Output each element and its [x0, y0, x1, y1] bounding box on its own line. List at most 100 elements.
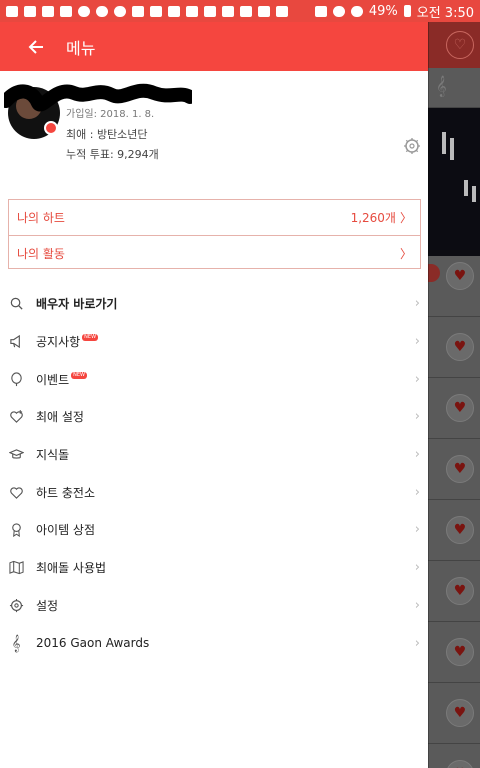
battery-percent: 49%: [368, 3, 398, 19]
download-icon: [222, 5, 234, 17]
my-activity-right: 〉: [400, 245, 412, 262]
clef-icon: 𝄞: [11, 634, 21, 653]
notification-icon: [60, 5, 72, 17]
my-hearts-label: 나의 하트: [17, 211, 65, 225]
chevron-right-icon: ›: [414, 635, 420, 651]
background-row: ♥: [428, 622, 480, 683]
heart-icon: ♡: [446, 31, 474, 59]
background-tabbar: 𝄞: [428, 68, 480, 108]
join-date: 가입일: 2018. 1. 8.: [66, 109, 155, 120]
megaphone-icon: [8, 334, 24, 350]
chevron-right-icon: ›: [414, 522, 420, 538]
menu-item-knowledge[interactable]: 지식돌 ›: [0, 436, 428, 474]
chevron-right-icon: ›: [414, 371, 420, 387]
heart-icon: ♥: [446, 262, 474, 290]
chevron-right-icon: ›: [414, 447, 420, 463]
back-button[interactable]: [16, 22, 56, 71]
person-search-icon: [8, 296, 24, 312]
wifi-icon: [332, 5, 345, 17]
image-icon: [150, 5, 162, 17]
menu-item-label: 설정: [36, 598, 59, 613]
background-row: ♥: [428, 744, 480, 768]
menu-item-notice[interactable]: 공지사항 NEW ›: [0, 323, 428, 361]
menu-item-label: 최애돌 사용법: [36, 561, 107, 576]
heart-icon: ♥: [446, 638, 474, 666]
profile-section: 가입일: 2018. 1. 8. 최애 : 방탄소년단 누적 투표: 9,294…: [0, 71, 428, 191]
chevron-right-icon: 〉: [399, 246, 412, 261]
summary-boxes: 나의 하트 1,260개 〉 나의 활동 〉: [8, 199, 421, 269]
menu-item-label: 아이템 상점: [36, 523, 96, 538]
background-row: ♥: [428, 561, 480, 622]
play-icon: [24, 5, 36, 17]
background-row: ♥: [428, 683, 480, 744]
background-row: ♥: [428, 500, 480, 561]
balloon-icon: [8, 371, 24, 387]
avatar-status-dot: [44, 121, 58, 135]
background-app: ♡ 𝄞 ♥ ♥ ♥ ♥ ♥ ♥ ♥ ♥ ♥: [428, 22, 480, 768]
chevron-right-icon: ›: [414, 560, 420, 576]
menu-item-label: 하트 충전소: [36, 485, 96, 500]
status-bar: 49% 오전 3:50: [0, 0, 480, 22]
my-hearts-row[interactable]: 나의 하트 1,260개 〉: [9, 200, 420, 235]
notification-icon: [168, 5, 180, 17]
notification-icons: [6, 5, 288, 17]
menu-item-how-to-use[interactable]: 최애돌 사용법 ›: [0, 549, 428, 587]
background-row: ♥: [428, 317, 480, 378]
heart-icon: ♥: [446, 394, 474, 422]
background-row: ♥: [428, 439, 480, 500]
battery-icon: [403, 5, 411, 17]
drawer-header: 메뉴: [0, 22, 428, 71]
my-hearts-value: 1,260개: [350, 211, 396, 225]
clef-icon: 𝄞: [436, 76, 447, 97]
back-arrow-icon: [28, 39, 43, 54]
clock: 오전 3:50: [416, 5, 474, 21]
background-concert-image: [428, 108, 480, 256]
youtube-icon: [96, 5, 108, 17]
my-hearts-right: 1,260개 〉: [351, 209, 412, 226]
menu-item-gaon-awards[interactable]: 𝄞 2016 Gaon Awards ›: [0, 624, 428, 662]
background-header: ♡: [428, 22, 480, 68]
heart-plus-icon: [8, 409, 24, 425]
heart-charge-icon: [8, 484, 24, 500]
menu-item-label: 배우자 바로가기: [36, 297, 118, 312]
badge-icon: [8, 522, 24, 538]
chevron-right-icon: ›: [414, 484, 420, 500]
rank-badge: [428, 264, 440, 282]
menu-item-settings[interactable]: 설정 ›: [0, 587, 428, 625]
settings-gear-icon[interactable]: [403, 137, 421, 155]
favorite-artist: 최애 : 방탄소년단: [66, 128, 148, 141]
menu-item-label: 2016 Gaon Awards: [36, 636, 150, 651]
heart-icon: ♥: [446, 516, 474, 544]
background-row: ♥: [428, 256, 480, 317]
menu-item-label: 이벤트: [36, 372, 70, 387]
notification-icon: [42, 5, 54, 17]
notification-icon: [204, 5, 216, 17]
status-right: 49% 오전 3:50: [314, 2, 474, 21]
vibrate-icon: [186, 5, 198, 17]
graduation-cap-icon: [8, 447, 24, 463]
notification-icon: [258, 5, 270, 17]
total-votes: 누적 투표: 9,294개: [66, 148, 159, 161]
my-activity-row[interactable]: 나의 활동 〉: [9, 235, 420, 270]
menu-item-item-shop[interactable]: 아이템 상점 ›: [0, 511, 428, 549]
menu-item-label: 최애 설정: [36, 410, 84, 425]
menu-item-spouse-shortcut[interactable]: 배우자 바로가기 ›: [0, 285, 428, 323]
notification-icon: [6, 5, 18, 17]
youtube-icon: [78, 5, 90, 17]
menu-item-heart-charge[interactable]: 하트 충전소 ›: [0, 473, 428, 511]
menu-item-label: 공지사항: [36, 335, 81, 350]
chevron-right-icon: ›: [414, 597, 420, 613]
gear-icon: [8, 597, 24, 613]
notification-icon: [276, 5, 288, 17]
new-badge: NEW: [71, 371, 87, 379]
menu-item-label: 지식돌: [36, 448, 70, 463]
my-activity-label: 나의 활동: [17, 246, 65, 261]
menu-item-event[interactable]: 이벤트 NEW ›: [0, 360, 428, 398]
map-icon: [8, 560, 24, 576]
drawer-title: 메뉴: [66, 38, 96, 58]
mute-icon: [314, 5, 327, 17]
background-row: ♥: [428, 378, 480, 439]
menu-item-favorite-settings[interactable]: 최애 설정 ›: [0, 398, 428, 436]
chevron-right-icon: ›: [414, 334, 420, 350]
heart-icon: ♥: [446, 760, 474, 768]
